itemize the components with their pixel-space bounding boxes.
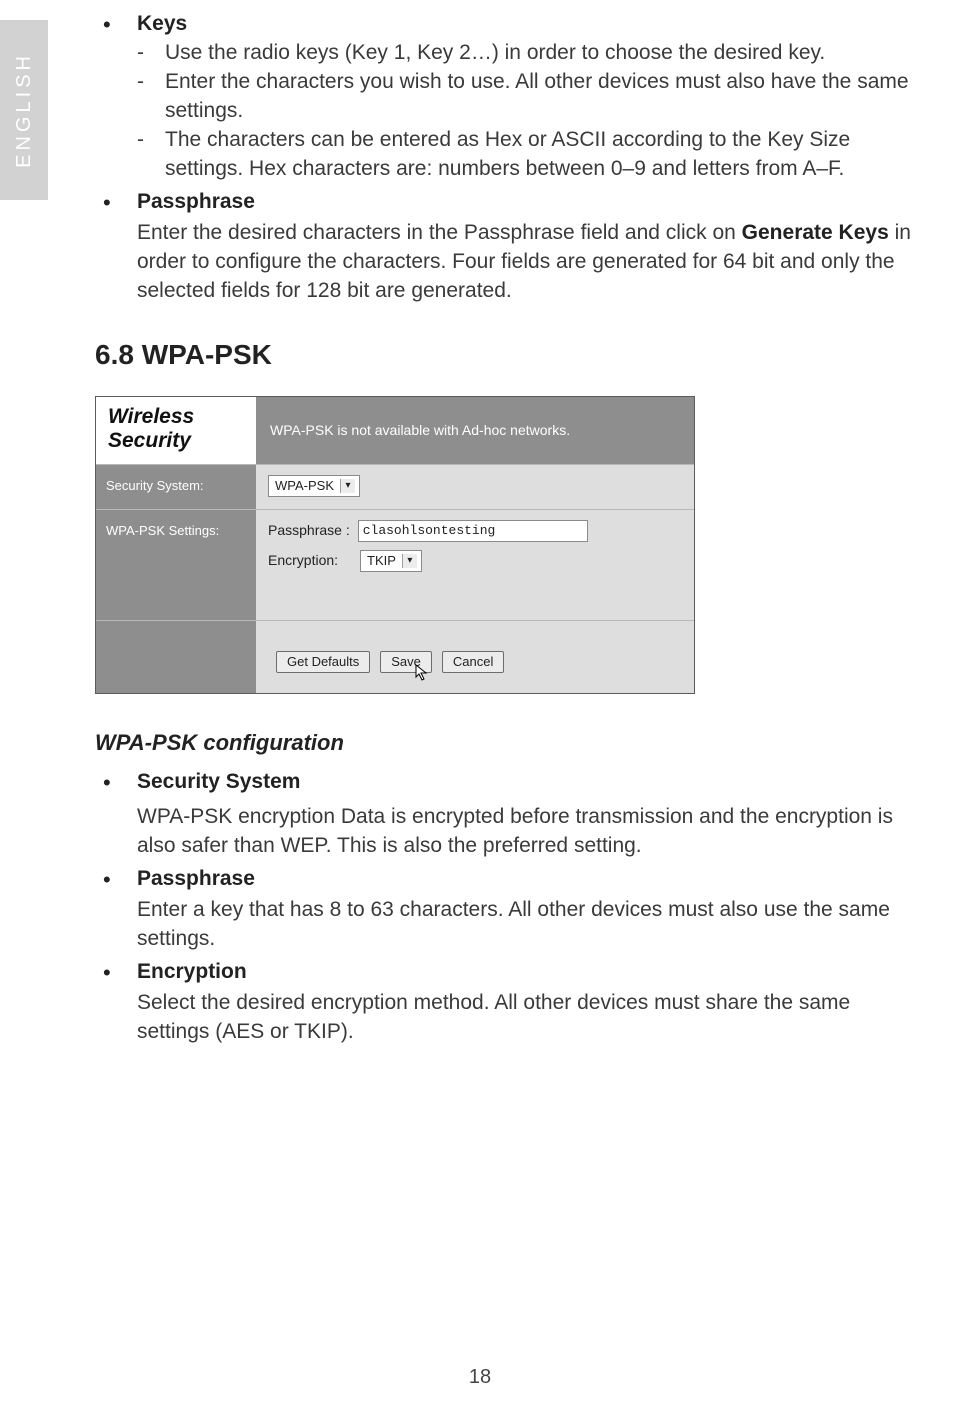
buttons-row-body: Get Defaults Save Cancel xyxy=(256,621,694,693)
config-encryption-text: Select the desired encryption method. Al… xyxy=(137,989,920,1047)
passphrase-pre: Enter the desired characters in the Pass… xyxy=(137,221,742,244)
button-row: Get Defaults Save Cancel xyxy=(276,651,682,673)
keys-bullet: The characters can be entered as Hex or … xyxy=(137,126,920,184)
wireless-security-screenshot: Wireless Security WPA-PSK is not availab… xyxy=(95,396,695,693)
passphrase-title: Passphrase xyxy=(137,190,255,213)
page-number: 18 xyxy=(0,1366,960,1389)
cursor-icon xyxy=(415,664,431,682)
wpa-psk-settings-body: Passphrase : clasohlsontesting Encryptio… xyxy=(256,510,694,620)
keys-item: Keys Use the radio keys (Key 1, Key 2…) … xyxy=(95,10,920,184)
save-button[interactable]: Save xyxy=(380,651,432,673)
security-system-select[interactable]: WPA-PSK ▾ xyxy=(268,475,360,497)
wpa-psk-settings-row: WPA-PSK Settings: Passphrase : clasohlso… xyxy=(96,509,694,620)
section-heading: 6.8 WPA-PSK xyxy=(95,336,920,375)
wpa-psk-settings-label: WPA-PSK Settings: xyxy=(96,510,256,620)
screenshot-note: WPA-PSK is not available with Ad-hoc net… xyxy=(256,397,694,463)
encryption-value: TKIP xyxy=(367,552,396,570)
config-passphrase-title: Passphrase xyxy=(137,867,255,890)
language-tab: ENGLISH xyxy=(0,20,48,200)
keys-list: Keys Use the radio keys (Key 1, Key 2…) … xyxy=(95,10,920,306)
generate-keys-bold: Generate Keys xyxy=(742,221,889,244)
config-heading: WPA-PSK configuration xyxy=(95,728,920,758)
security-system-label: Security System: xyxy=(96,465,256,509)
encryption-line: Encryption: TKIP ▾ xyxy=(268,550,682,572)
passphrase-field-label: Passphrase : xyxy=(268,521,350,540)
get-defaults-button[interactable]: Get Defaults xyxy=(276,651,370,673)
config-security-system-title: Security System xyxy=(137,770,300,793)
page: ENGLISH Keys Use the radio keys (Key 1, … xyxy=(0,0,960,1419)
config-security-system: Security System WPA-PSK encryption Data … xyxy=(95,768,920,861)
config-encryption: Encryption Select the desired encryption… xyxy=(95,958,920,1047)
cancel-button[interactable]: Cancel xyxy=(442,651,504,673)
config-passphrase: Passphrase Enter a key that has 8 to 63 … xyxy=(95,865,920,954)
keys-bullet: Enter the characters you wish to use. Al… xyxy=(137,68,920,126)
keys-sublist: Use the radio keys (Key 1, Key 2…) in or… xyxy=(137,39,920,184)
config-list: Security System WPA-PSK encryption Data … xyxy=(95,768,920,1047)
buttons-row-label xyxy=(96,621,256,693)
security-system-row: Security System: WPA-PSK ▾ xyxy=(96,464,694,509)
config-passphrase-text: Enter a key that has 8 to 63 characters.… xyxy=(137,896,920,954)
screenshot-title: Wireless Security xyxy=(96,397,256,463)
keys-title: Keys xyxy=(137,12,187,35)
passphrase-text: Enter the desired characters in the Pass… xyxy=(137,219,920,306)
encryption-select[interactable]: TKIP ▾ xyxy=(360,550,422,572)
chevron-down-icon: ▾ xyxy=(340,479,355,493)
encryption-field-label: Encryption: xyxy=(268,551,352,570)
buttons-row: Get Defaults Save Cancel xyxy=(96,620,694,693)
passphrase-input[interactable]: clasohlsontesting xyxy=(358,520,588,542)
config-encryption-title: Encryption xyxy=(137,960,247,983)
chevron-down-icon: ▾ xyxy=(402,554,417,568)
screenshot-title-line1: Wireless xyxy=(108,405,194,428)
keys-bullet: Use the radio keys (Key 1, Key 2…) in or… xyxy=(137,39,920,68)
screenshot-header: Wireless Security WPA-PSK is not availab… xyxy=(96,397,694,463)
security-system-value: WPA-PSK xyxy=(275,477,334,495)
passphrase-item: Passphrase Enter the desired characters … xyxy=(95,188,920,306)
language-tab-label: ENGLISH xyxy=(13,52,36,168)
security-system-body: WPA-PSK ▾ xyxy=(256,465,694,509)
page-content: Keys Use the radio keys (Key 1, Key 2…) … xyxy=(95,10,920,1051)
passphrase-line: Passphrase : clasohlsontesting xyxy=(268,520,682,542)
config-security-system-text: WPA-PSK encryption Data is encrypted bef… xyxy=(137,803,920,861)
screenshot-title-line2: Security xyxy=(108,429,191,452)
